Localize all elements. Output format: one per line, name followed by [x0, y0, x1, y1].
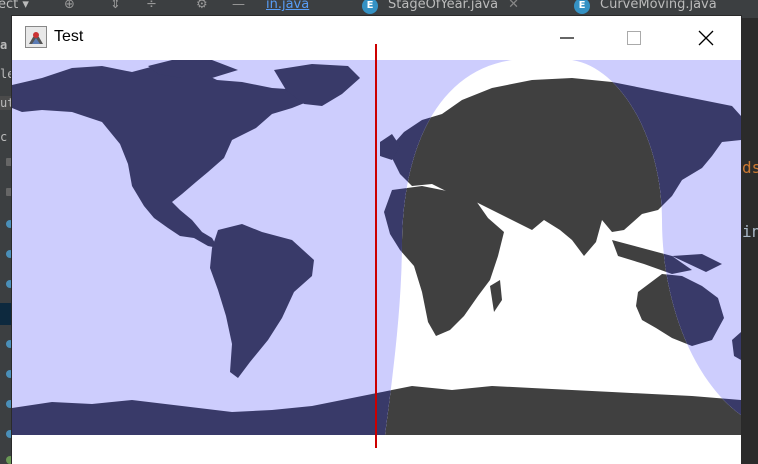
close-icon[interactable]: ✕	[508, 0, 519, 12]
selected-tree-row[interactable]	[0, 303, 12, 325]
java-app-icon	[25, 26, 47, 48]
expand-collapse-icon[interactable]: ⇕	[110, 0, 121, 12]
ide-editor-fragment: ds in	[740, 18, 758, 464]
gear-icon[interactable]: ⚙	[196, 0, 208, 12]
crosshair-icon[interactable]: ⊕	[64, 0, 75, 12]
close-icon	[698, 30, 714, 46]
minimize-icon	[560, 37, 574, 39]
gutter-text: a	[0, 38, 8, 52]
tab-stageofyear-java[interactable]: StageOfYear.java ✕	[388, 0, 519, 12]
maximize-icon	[627, 31, 641, 45]
app-window: Test	[12, 16, 741, 464]
window-title: Test	[54, 28, 84, 45]
world-map-canvas[interactable]	[12, 60, 741, 435]
minimize-button[interactable]	[544, 16, 590, 60]
java-class-icon: E	[574, 0, 590, 14]
window-status-area	[12, 435, 741, 464]
tab-curvemoving-java[interactable]: CurveMoving.java	[600, 0, 717, 12]
code-fragment: in	[742, 222, 758, 241]
meridian-line	[375, 44, 377, 448]
close-button[interactable]	[683, 16, 729, 60]
maximize-button[interactable]	[611, 16, 657, 60]
ide-project-panel: a le ut c	[0, 18, 15, 464]
hide-icon[interactable]: —	[232, 0, 245, 12]
tab-main-java[interactable]: in.java	[266, 0, 309, 12]
ide-tab-fragment[interactable]: ect ▾	[0, 0, 29, 12]
java-class-icon: E	[362, 0, 378, 14]
title-bar[interactable]: Test	[12, 16, 741, 60]
split-icon[interactable]: ÷	[146, 0, 157, 12]
gutter-text: c	[0, 130, 8, 144]
code-fragment: ds	[742, 158, 758, 177]
